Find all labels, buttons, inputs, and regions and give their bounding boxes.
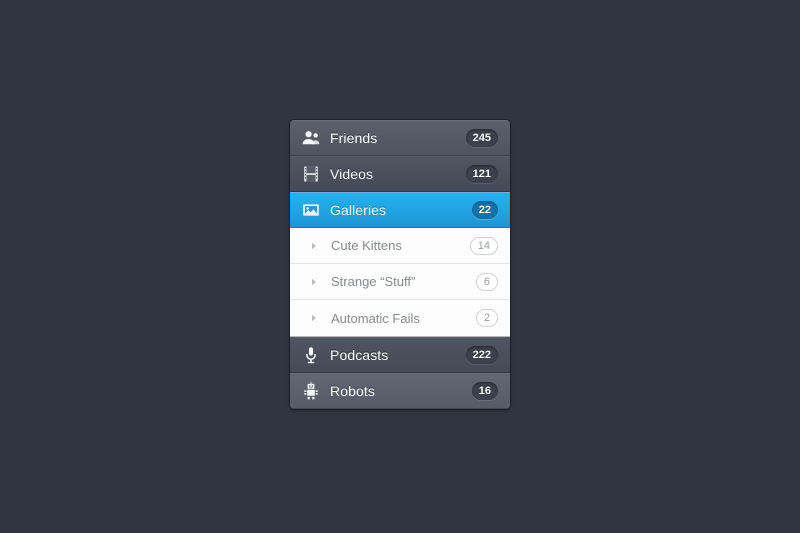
sub-item-cute-kittens[interactable]: Cute Kittens 14 (290, 228, 510, 264)
film-strip-icon (300, 163, 322, 185)
nav-item-label: Podcasts (330, 347, 389, 363)
friends-icon (300, 127, 322, 149)
sub-item-badge: 14 (469, 236, 498, 255)
nav-item-badge: 245 (465, 129, 498, 147)
nav-item-badge: 121 (465, 165, 498, 183)
nav-item-badge: 16 (471, 382, 498, 400)
sub-item-automatic-fails[interactable]: Automatic Fails 2 (290, 300, 510, 336)
chevron-right-icon[interactable] (305, 309, 323, 327)
nav-item-podcasts[interactable]: Podcasts 222 (290, 337, 510, 373)
nav-item-badge: 222 (465, 346, 498, 364)
sub-item-badge: 2 (475, 309, 498, 327)
nav-item-label: Galleries (330, 202, 387, 218)
sub-item-label: Automatic Fails (331, 310, 420, 326)
nav-item-videos[interactable]: Videos 121 (290, 156, 510, 192)
navigation-panel: Friends 245 Videos 121 Galleries 22 Cute… (290, 120, 510, 409)
sub-item-label: Cute Kittens (331, 238, 402, 253)
image-icon (300, 199, 322, 221)
sub-item-label: Strange “Stuff” (331, 274, 416, 289)
nav-item-label: Robots (330, 383, 375, 399)
nav-item-badge: 22 (471, 201, 498, 219)
app-canvas: Friends 245 Videos 121 Galleries 22 Cute… (0, 0, 800, 533)
chevron-right-icon[interactable] (305, 237, 323, 255)
nav-item-label: Friends (330, 130, 378, 146)
nav-item-label: Videos (330, 166, 374, 182)
robot-icon (300, 380, 322, 402)
nav-item-robots[interactable]: Robots 16 (290, 373, 510, 409)
microphone-icon (300, 344, 322, 366)
nav-item-friends[interactable]: Friends 245 (290, 120, 510, 156)
gallery-sublist: Cute Kittens 14 Strange “Stuff” 6 Automa… (290, 228, 510, 337)
chevron-right-icon[interactable] (305, 273, 323, 291)
sub-item-badge: 6 (475, 272, 498, 291)
sub-item-strange-stuff[interactable]: Strange “Stuff” 6 (290, 264, 510, 300)
nav-item-galleries[interactable]: Galleries 22 (290, 192, 510, 228)
